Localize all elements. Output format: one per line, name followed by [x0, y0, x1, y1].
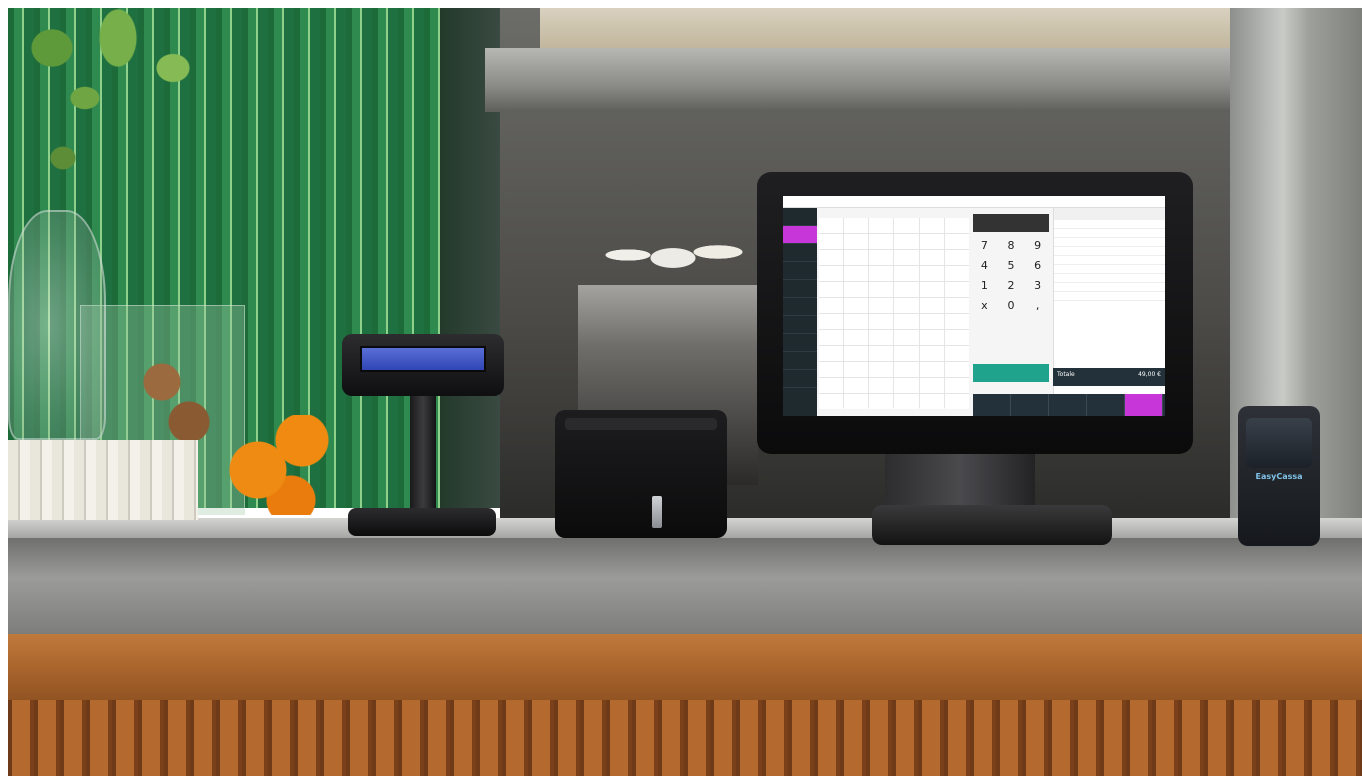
pos-topbar	[783, 196, 1165, 208]
customer-display-pole	[410, 396, 436, 511]
orange-fruits	[225, 415, 335, 515]
counter-wood-band	[8, 634, 1362, 704]
pos-key: 8	[1007, 239, 1015, 252]
pos-key: 3	[1034, 279, 1042, 292]
pos-key: 6	[1034, 259, 1042, 272]
pos-receipt-row	[1054, 274, 1165, 283]
pos-bottom-button	[973, 394, 1011, 416]
hanging-plant	[8, 8, 228, 208]
pos-bottom-button	[1049, 394, 1087, 416]
pos-keypad-display	[973, 214, 1049, 232]
counter-steel-front	[8, 538, 1362, 638]
pos-category	[783, 370, 817, 388]
sugar-packets	[8, 440, 198, 520]
steel-shelf	[485, 48, 1230, 112]
pos-receipt-row	[1054, 292, 1165, 301]
pos-category-active	[783, 226, 817, 244]
pos-total-label: Totale	[1057, 371, 1075, 378]
pos-receipt-row	[1054, 229, 1165, 238]
pos-key: ,	[1035, 299, 1040, 312]
pos-category	[783, 280, 817, 298]
pos-receipt-row	[1054, 256, 1165, 265]
pos-category-sidebar	[783, 208, 817, 416]
shelf-items	[540, 8, 1230, 52]
pos-key: 4	[980, 259, 988, 272]
pos-category	[783, 208, 817, 226]
pos-base	[872, 505, 1112, 545]
customer-display-base	[348, 508, 496, 536]
customer-display-screen	[360, 346, 486, 372]
pos-receipt-row	[1054, 220, 1165, 229]
coffee-cups	[598, 225, 748, 285]
handheld-screen	[1246, 418, 1312, 468]
pos-bottom-bar	[973, 394, 1165, 416]
pos-receipt-row	[1054, 238, 1165, 247]
glass-jar	[8, 210, 106, 440]
pos-category	[783, 352, 817, 370]
handheld-brand-label: EasyCassa	[1255, 472, 1303, 481]
pos-bottom-button	[1011, 394, 1049, 416]
printer-led	[652, 496, 662, 528]
pos-category	[783, 244, 817, 262]
countertop-photo: 7 8 9 4 5 6 1 2 3 x 0 , Totale 49,00 € E…	[0, 0, 1362, 776]
pos-key: x	[981, 299, 988, 312]
pos-key: 1	[980, 279, 988, 292]
pos-key: 9	[1034, 239, 1042, 252]
pos-key: 0	[1007, 299, 1015, 312]
pos-product-grid	[819, 218, 969, 409]
pos-category	[783, 316, 817, 334]
pos-category	[783, 262, 817, 280]
pos-receipt-header	[1054, 208, 1165, 220]
pos-category	[783, 298, 817, 316]
counter-wood-slats	[8, 700, 1362, 776]
pos-category	[783, 334, 817, 352]
pos-key: 5	[1007, 259, 1015, 272]
pos-screen: 7 8 9 4 5 6 1 2 3 x 0 , Totale 49,00 €	[783, 196, 1165, 416]
pos-bottom-button	[1087, 394, 1125, 416]
pos-receipt-row	[1054, 283, 1165, 292]
pos-bottom-button-active	[1125, 394, 1163, 416]
printer-paper-slot	[565, 418, 717, 430]
pos-receipt-row	[1054, 247, 1165, 256]
pos-total-value: 49,00 €	[1138, 371, 1161, 378]
pos-teal-button	[973, 364, 1049, 382]
pos-key: 2	[1007, 279, 1015, 292]
pos-total-bar: Totale 49,00 €	[1053, 368, 1165, 386]
pos-receipt-row	[1054, 265, 1165, 274]
pos-key: 7	[980, 239, 988, 252]
